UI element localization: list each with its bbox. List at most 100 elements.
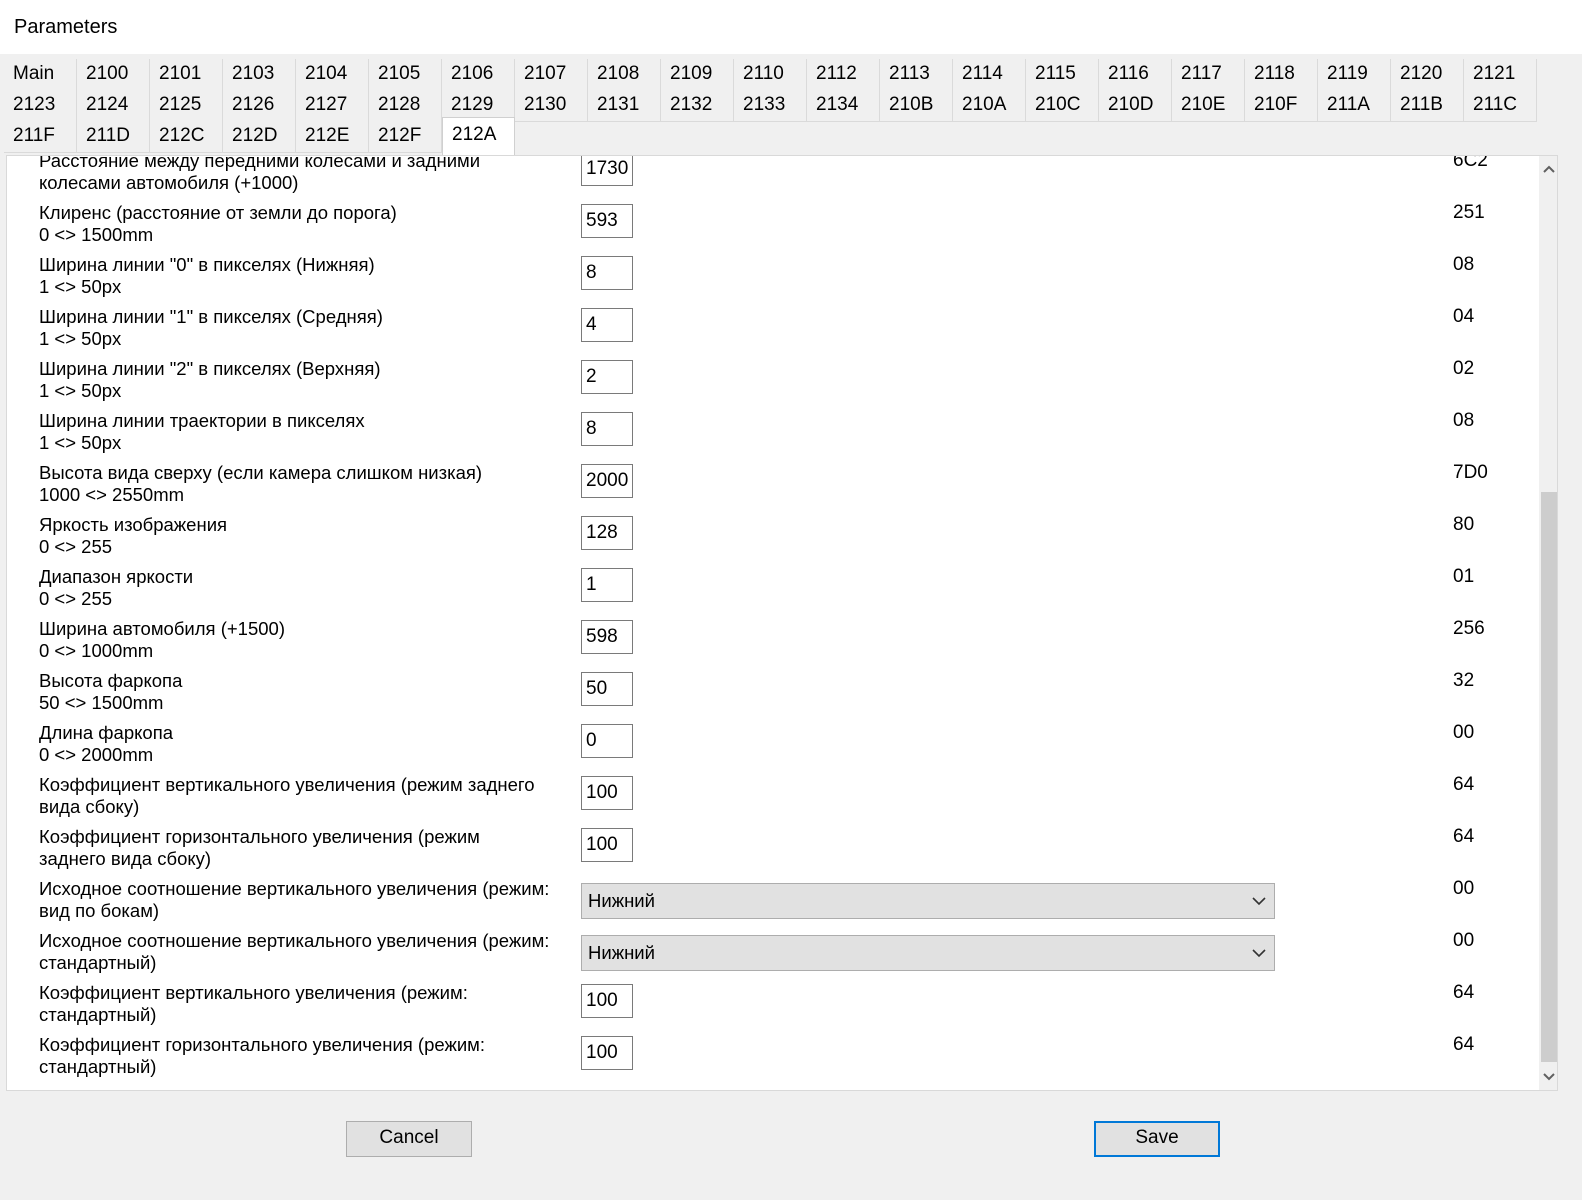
tab-2121[interactable]: 2121 [1464,59,1537,91]
param-value-input[interactable] [581,984,633,1018]
param-value-input[interactable] [581,308,633,342]
param-value-input[interactable] [581,568,633,602]
save-button[interactable]: Save [1094,1121,1220,1157]
param-row: Ширина линии "2" в пикселях (Верхняя) 1 <… [7,358,1537,410]
tab-211d[interactable]: 211D [77,121,150,153]
param-row: Высота вида сверху (если камера слишком … [7,462,1537,514]
scroll-down-icon[interactable] [1539,1064,1557,1090]
tab-2119[interactable]: 2119 [1318,59,1391,91]
vertical-scrollbar[interactable] [1539,156,1557,1090]
param-label-line1: Коэффициент вертикального увеличения (ре… [39,774,535,795]
param-value-input[interactable] [581,412,633,446]
param-label-line1: Ширина линии "0" в пикселях (Нижняя) [39,254,375,275]
param-value-input[interactable] [581,516,633,550]
tab-main[interactable]: Main [4,59,77,91]
tab-2131[interactable]: 2131 [588,90,661,122]
param-value-input[interactable] [581,464,633,498]
tab-2107[interactable]: 2107 [515,59,588,91]
param-value-input[interactable] [581,724,633,758]
param-value-input[interactable] [581,672,633,706]
param-label-line1: Исходное соотношение вертикального увели… [39,878,550,899]
tab-2110[interactable]: 2110 [734,59,807,91]
tab-2132[interactable]: 2132 [661,90,734,122]
tab-211b[interactable]: 211B [1391,90,1464,122]
tab-2133[interactable]: 2133 [734,90,807,122]
tab-2127[interactable]: 2127 [296,90,369,122]
tab-210b[interactable]: 210B [880,90,953,122]
param-label: Клиренс (расстояние от земли до порога) 0… [39,202,584,246]
tab-210a[interactable]: 210A [953,90,1026,122]
tab-2125[interactable]: 2125 [150,90,223,122]
param-label-line1: Коэффициент вертикального увеличения (ре… [39,982,468,1003]
tab-2103[interactable]: 2103 [223,59,296,91]
tab-2134[interactable]: 2134 [807,90,880,122]
tab-row-1: Main 2100 2101 2103 2104 2105 2106 2107 2108 2109… [4,59,1537,91]
tab-212a[interactable]: 212A [442,117,515,155]
param-value-input[interactable] [581,256,633,290]
tab-2126[interactable]: 2126 [223,90,296,122]
tab-211c[interactable]: 211C [1464,90,1537,122]
tab-2113[interactable]: 2113 [880,59,953,91]
param-label-line2: 1 <> 50px [39,328,122,349]
param-label-line2: 1 <> 50px [39,432,122,453]
param-label: Ширина линии "1" в пикселях (Средняя) 1 <… [39,306,584,350]
param-value-input[interactable] [581,776,633,810]
tab-2120[interactable]: 2120 [1391,59,1464,91]
param-hex-value: 64 [1453,982,1475,1003]
tab-2124[interactable]: 2124 [77,90,150,122]
tab-2128[interactable]: 2128 [369,90,442,122]
tab-2115[interactable]: 2115 [1026,59,1099,91]
tab-strip: Main 2100 2101 2103 2104 2105 2106 2107 2108 2109… [4,59,1564,155]
tab-row-2: 2123 2124 2125 2126 2127 2128 2129 2130 2131 2132… [4,90,1537,122]
param-value-input[interactable] [581,204,633,238]
param-label: Расстояние между передними колесами и за… [39,156,584,194]
tab-2114[interactable]: 2114 [953,59,1026,91]
param-label-line2: вида сбоку) [39,796,140,817]
tab-211f[interactable]: 211F [4,121,77,153]
tab-212e[interactable]: 212E [296,121,369,153]
tab-2105[interactable]: 2105 [369,59,442,91]
param-row: Коэффициент вертикального увеличения (ре… [7,774,1537,826]
tab-2108[interactable]: 2108 [588,59,661,91]
scroll-up-icon[interactable] [1539,156,1557,182]
param-value-input[interactable] [581,1036,633,1070]
tab-210f[interactable]: 210F [1245,90,1318,122]
param-select[interactable]: Нижний [581,935,1275,971]
tab-2116[interactable]: 2116 [1099,59,1172,91]
param-row: Ширина линии "1" в пикселях (Средняя) 1 <… [7,306,1537,358]
param-hex-value: 32 [1453,670,1475,691]
param-value-input[interactable] [581,360,633,394]
param-hex-value: 6C2 [1453,155,1488,171]
param-hex-value: 256 [1453,618,1485,639]
param-value-input[interactable] [581,828,633,862]
title-bar: Parameters [0,0,1582,54]
tab-2123[interactable]: 2123 [4,90,77,122]
param-label-line1: Клиренс (расстояние от земли до порога) [39,202,397,223]
tab-2100[interactable]: 2100 [77,59,150,91]
tab-2104[interactable]: 2104 [296,59,369,91]
tab-2112[interactable]: 2112 [807,59,880,91]
scrollbar-thumb[interactable] [1541,492,1557,1062]
param-row: Расстояние между передними колесами и за… [7,155,1537,202]
param-value-input[interactable] [581,156,633,186]
param-value-input[interactable] [581,620,633,654]
tab-2106[interactable]: 2106 [442,59,515,91]
tab-210d[interactable]: 210D [1099,90,1172,122]
tab-212c[interactable]: 212C [150,121,223,153]
param-select[interactable]: Нижний [581,883,1275,919]
tab-210c[interactable]: 210C [1026,90,1099,122]
param-label-line1: Ширина линии "1" в пикселях (Средняя) [39,306,383,327]
tab-2118[interactable]: 2118 [1245,59,1318,91]
tab-212f[interactable]: 212F [369,121,442,153]
tab-210e[interactable]: 210E [1172,90,1245,122]
tab-2117[interactable]: 2117 [1172,59,1245,91]
param-label: Высота вида сверху (если камера слишком … [39,462,584,506]
tab-212d[interactable]: 212D [223,121,296,153]
tab-211a[interactable]: 211A [1318,90,1391,122]
cancel-button[interactable]: Cancel [346,1121,472,1157]
param-label-line2: 1 <> 50px [39,276,122,297]
param-row: Ширина линии траектории в пикселях 1 <> 5… [7,410,1537,462]
tab-2109[interactable]: 2109 [661,59,734,91]
tab-2101[interactable]: 2101 [150,59,223,91]
tab-2130[interactable]: 2130 [515,90,588,122]
